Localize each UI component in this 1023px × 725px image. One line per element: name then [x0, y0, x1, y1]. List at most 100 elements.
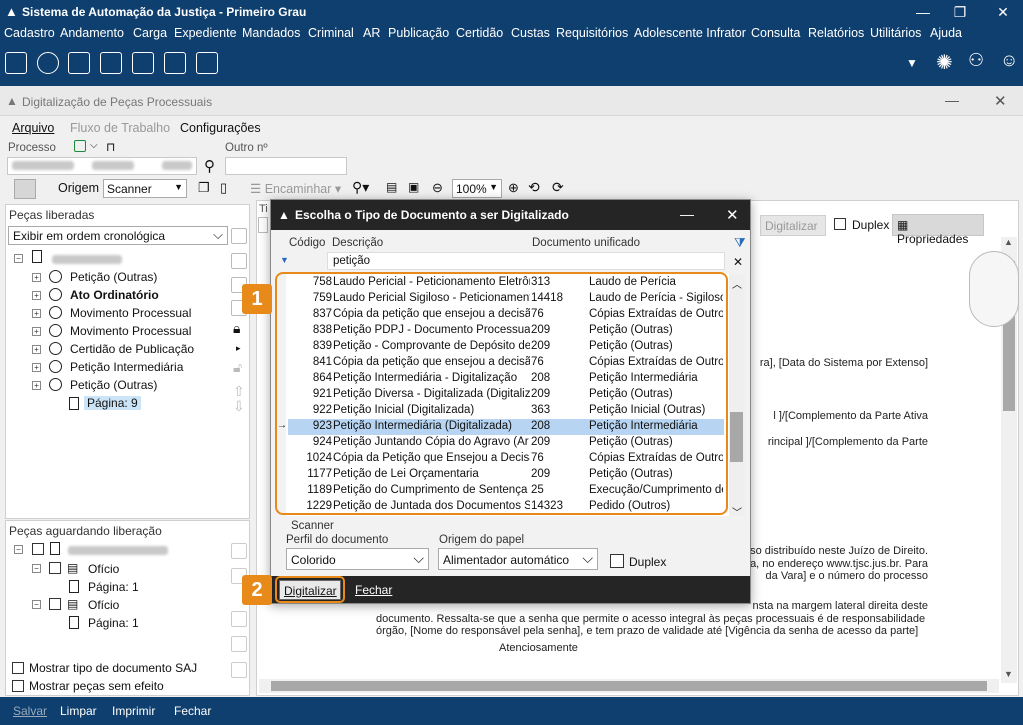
oficio-checkbox[interactable] — [49, 598, 61, 610]
rotate-right-icon[interactable]: ⟳ — [552, 179, 564, 196]
root-collapse-toggle[interactable]: − — [14, 254, 23, 263]
users-icon[interactable]: ⚇ — [968, 50, 984, 71]
oficio-collapse-toggle[interactable]: − — [32, 600, 41, 609]
tab-box[interactable] — [258, 217, 268, 233]
child-close-button[interactable]: ✕ — [994, 92, 1007, 110]
origem-select[interactable]: Scanner ▼ — [103, 179, 187, 198]
menu-1[interactable]: Andamento — [60, 26, 124, 40]
oficio-pagina[interactable]: Página: 1 — [88, 616, 139, 630]
rotate-left-icon[interactable]: ⟲ — [528, 179, 540, 196]
new-process-icon[interactable] — [74, 140, 86, 152]
menu-0[interactable]: Cadastro — [4, 26, 55, 40]
root2-checkbox[interactable] — [32, 543, 44, 555]
tool2-copy-icon[interactable] — [231, 636, 247, 652]
oficio-label[interactable]: Ofício — [88, 562, 119, 576]
menu-12[interactable]: Consulta — [751, 26, 800, 40]
menu-11[interactable]: Adolescente Infrator — [634, 26, 746, 40]
unlock-icon[interactable]: 🔓︎ — [233, 359, 242, 376]
clear-filter-icon[interactable]: ✕ — [733, 255, 743, 269]
dropdown-arrow-icon[interactable]: ▼ — [906, 56, 918, 70]
search-doc-icon[interactable] — [37, 52, 59, 74]
filter-active-icon[interactable]: ⧩ — [734, 235, 746, 251]
lock-icon[interactable]: 🔒︎ — [233, 320, 240, 337]
tree-item-peca[interactable]: Petição (Outras) — [70, 270, 157, 284]
bg-duplex-checkbox[interactable] — [834, 218, 846, 230]
grid-vscroll[interactable] — [729, 274, 745, 516]
tree-item-peca[interactable]: Movimento Processual — [70, 324, 191, 338]
dialog-close-button[interactable]: ✕ — [726, 206, 739, 224]
imprimir-button[interactable]: Imprimir — [112, 704, 155, 718]
zoom-search-icon[interactable]: ⚲▾ — [352, 179, 369, 196]
chevron-down-icon[interactable]: ⌵ — [90, 140, 98, 151]
tree-item-peca[interactable]: Petição Intermediária — [70, 360, 183, 374]
menu-7[interactable]: Publicação — [388, 26, 449, 40]
encaminhar-button[interactable]: ☰ Encaminhar ▾ — [250, 181, 341, 196]
search-icon[interactable]: ⚲ — [204, 157, 215, 175]
bg-digitalizar-button[interactable]: Digitalizar — [760, 215, 826, 236]
tool-doc-icon[interactable] — [231, 253, 247, 269]
dialog-fechar-button[interactable]: Fechar — [355, 583, 392, 597]
menu-10[interactable]: Requisitórios — [556, 26, 628, 40]
limpar-button[interactable]: Limpar — [60, 704, 97, 718]
menu-4[interactable]: Mandados — [242, 26, 300, 40]
tool2-split-icon[interactable] — [231, 662, 247, 678]
inbox-icon[interactable] — [196, 52, 218, 74]
child-minimize-button[interactable]: — — [945, 92, 959, 108]
tree-item-peca[interactable]: Petição (Outras) — [70, 378, 157, 392]
oficio-label[interactable]: Ofício — [88, 598, 119, 612]
fit-page-icon[interactable]: ▣ — [408, 180, 419, 194]
col-descricao[interactable]: Descrição — [332, 237, 383, 249]
dialog-minimize-button[interactable]: — — [680, 206, 694, 222]
user-icon[interactable]: ☺ — [1000, 50, 1018, 71]
add-page-icon[interactable] — [164, 52, 186, 74]
close-app-button[interactable]: ✕ — [983, 0, 1023, 24]
tree-expand-toggle[interactable]: + — [32, 345, 41, 354]
menu-8[interactable]: Certidão — [456, 26, 503, 40]
tool-search-icon[interactable] — [231, 228, 247, 244]
menu-arquivo[interactable]: Arquivo — [12, 121, 54, 135]
salvar-button[interactable]: Salvar — [13, 704, 47, 718]
tree-item-peca[interactable]: Certidão de Publicação — [70, 342, 194, 356]
menu-15[interactable]: Ajuda — [930, 26, 962, 40]
grid-vscroll-thumb[interactable] — [730, 412, 743, 462]
zoom-select[interactable]: 100% ▼ — [452, 179, 502, 198]
hierarchy-icon[interactable] — [132, 52, 154, 74]
perfil-select[interactable]: Colorido ⌵ — [286, 548, 429, 570]
page-icon[interactable]: ▯ — [220, 180, 227, 196]
chevron-right-icon[interactable]: ▸ — [236, 343, 241, 354]
outro-input[interactable] — [225, 157, 347, 175]
tool2-doc-icon[interactable] — [231, 543, 247, 559]
oficio-checkbox[interactable] — [49, 562, 61, 574]
pin-icon[interactable]: ⊓ — [106, 140, 115, 154]
col-codigo[interactable]: Código — [289, 237, 325, 249]
root2-collapse-toggle[interactable]: − — [14, 545, 23, 554]
tree-expand-toggle[interactable]: + — [32, 327, 41, 336]
zoom-out-icon[interactable]: ⊖ — [432, 180, 443, 196]
menu-9[interactable]: Custas — [511, 26, 550, 40]
oficio-collapse-toggle[interactable]: − — [32, 564, 41, 573]
tree-expand-toggle[interactable]: + — [32, 273, 41, 282]
zoom-in-icon[interactable]: ⊕ — [508, 180, 519, 196]
tree-item-pagina[interactable]: Página: 9 — [84, 396, 141, 410]
menu-5[interactable]: Criminal — [308, 26, 354, 40]
dialog-duplex-checkbox[interactable] — [610, 554, 624, 568]
edit-icon[interactable] — [5, 52, 27, 74]
doc-hscroll-thumb[interactable] — [271, 681, 987, 691]
move-down-icon[interactable]: ⇩ — [233, 398, 245, 415]
tree-expand-toggle[interactable]: + — [32, 309, 41, 318]
sort-select[interactable]: Exibir em ordem cronológica ⌵ — [8, 226, 228, 245]
printer-icon[interactable] — [100, 52, 122, 74]
menu-14[interactable]: Utilitários — [870, 26, 921, 40]
menu-fluxo[interactable]: Fluxo de Trabalho — [70, 121, 170, 135]
copy-icon[interactable]: ❐ — [198, 180, 210, 196]
col-unificado[interactable]: Documento unificado — [532, 237, 640, 249]
oficio-pagina[interactable]: Página: 1 — [88, 580, 139, 594]
origem-papel-select[interactable]: Alimentador automático ⌵ — [438, 548, 598, 570]
tree-expand-toggle[interactable]: + — [32, 363, 41, 372]
filter-input[interactable]: petição — [327, 252, 725, 270]
fechar-button[interactable]: Fechar — [174, 704, 211, 718]
mostrar-tipo-checkbox[interactable] — [12, 662, 24, 674]
menu-2[interactable]: Carga — [133, 26, 167, 40]
tree-expand-toggle[interactable]: + — [32, 381, 41, 390]
menu-13[interactable]: Relatórios — [808, 26, 864, 40]
